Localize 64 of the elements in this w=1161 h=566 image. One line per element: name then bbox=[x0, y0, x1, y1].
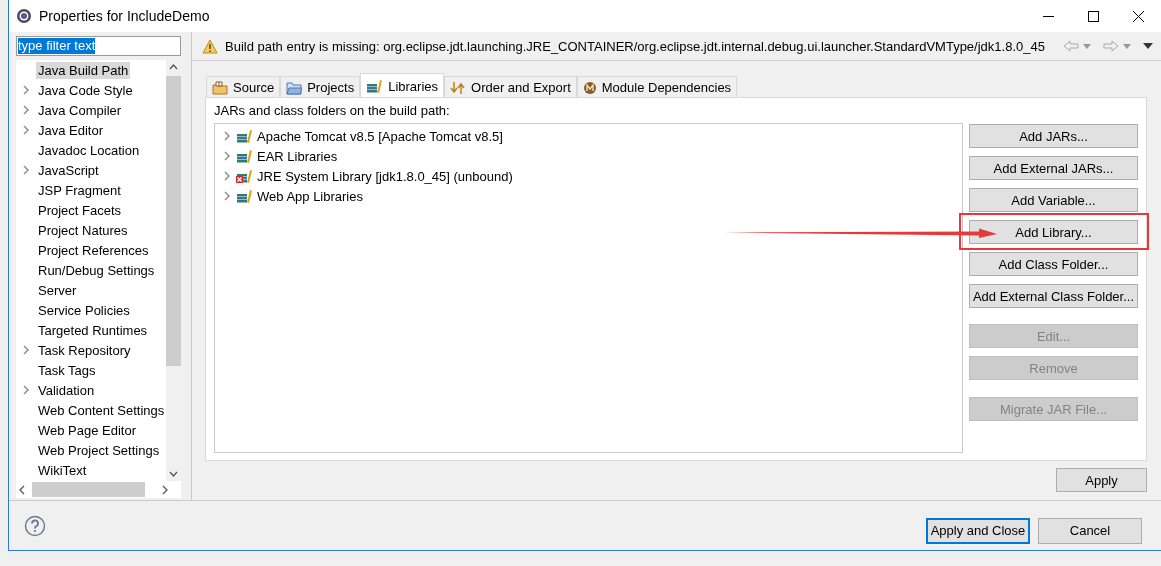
side-button[interactable]: Add Variable... bbox=[969, 188, 1138, 212]
tree-item[interactable]: JSP Fragment bbox=[36, 181, 123, 199]
message-text: Build path entry is missing: org.eclipse.jdt.launching.JRE_CONTAINER/org.eclipse.jdt.internal.debug.ui.launcher.StandardVMType/jdk1.8.0_45 bbox=[225, 38, 1046, 54]
tab[interactable]: Projects bbox=[280, 76, 361, 98]
library-icon bbox=[236, 189, 253, 203]
help-icon[interactable] bbox=[24, 514, 46, 537]
scroll-down-icon[interactable] bbox=[169, 471, 179, 477]
tab[interactable]: Order and Export bbox=[444, 76, 577, 98]
tab[interactable]: Source bbox=[206, 76, 281, 98]
side-button[interactable]: Add External JARs... bbox=[969, 156, 1138, 180]
library-entry[interactable]: EAR Libraries bbox=[257, 148, 338, 164]
side-button[interactable]: Add Class Folder... bbox=[969, 252, 1138, 276]
apply-button[interactable]: Apply bbox=[1056, 468, 1147, 492]
side-button[interactable]: Add External Class Folder... bbox=[969, 284, 1138, 308]
tab[interactable]: Module Dependencies bbox=[576, 76, 738, 98]
maximize-icon[interactable] bbox=[1088, 10, 1099, 22]
library-icon bbox=[236, 149, 253, 163]
tree-item[interactable]: Java Editor bbox=[36, 121, 106, 139]
dropdown-icon[interactable] bbox=[1083, 43, 1091, 49]
filter-field[interactable]: type filter text bbox=[16, 36, 181, 56]
gear-icon bbox=[16, 8, 32, 24]
warning-icon bbox=[202, 38, 218, 54]
library-icon bbox=[236, 129, 253, 143]
tree-item[interactable]: Java Build Path bbox=[36, 61, 131, 79]
tree-item[interactable]: Java Code Style bbox=[36, 81, 135, 99]
tree-item[interactable]: Task Tags bbox=[36, 361, 98, 379]
tab[interactable]: Libraries bbox=[360, 73, 445, 98]
tree-item[interactable]: Project Facets bbox=[36, 201, 124, 219]
side-button[interactable]: Add Library... bbox=[969, 220, 1138, 244]
tree-item[interactable]: WikiText bbox=[36, 461, 89, 479]
menu-icon[interactable] bbox=[1143, 43, 1153, 49]
tree-item[interactable]: Run/Debug Settings bbox=[36, 261, 157, 279]
tree-item[interactable]: Web Content Settings bbox=[36, 401, 167, 419]
dialog-button[interactable]: Cancel bbox=[1038, 517, 1142, 544]
tree-item[interactable]: Validation bbox=[36, 381, 97, 399]
scroll-up-icon[interactable] bbox=[169, 64, 179, 70]
close-icon[interactable] bbox=[1133, 10, 1144, 22]
tree-item[interactable]: Targeted Runtimes bbox=[36, 321, 150, 339]
books-icon bbox=[366, 79, 384, 93]
side-button[interactable]: Add JARs... bbox=[969, 124, 1138, 148]
tree-item[interactable]: Task Repository bbox=[36, 341, 133, 359]
horizontal-scrollbar[interactable] bbox=[16, 481, 181, 498]
package-folder-icon bbox=[212, 80, 228, 95]
tree-item[interactable]: Service Policies bbox=[36, 301, 132, 319]
window-title: Properties for IncludeDemo bbox=[39, 8, 211, 24]
tree-item[interactable]: Project Natures bbox=[36, 221, 130, 239]
sort-arrows-icon bbox=[450, 80, 467, 95]
tree-item[interactable]: Server bbox=[36, 281, 79, 299]
caption-text: JARs and class folders on the build path: bbox=[214, 103, 450, 118]
tree-item[interactable]: Web Project Settings bbox=[36, 441, 162, 459]
module-icon bbox=[582, 80, 597, 95]
tree-item[interactable]: Java Compiler bbox=[36, 101, 124, 119]
tree-item[interactable]: Web Page Editor bbox=[36, 421, 139, 439]
vertical-scrollbar[interactable] bbox=[166, 60, 182, 481]
tree-item[interactable]: JavaScript bbox=[36, 161, 101, 179]
dialog-button[interactable]: Apply and Close bbox=[926, 517, 1030, 544]
tree-item[interactable]: Javadoc Location bbox=[36, 141, 142, 159]
library-entry[interactable]: Web App Libraries bbox=[257, 188, 363, 204]
folder-icon bbox=[286, 80, 303, 95]
library-entry[interactable]: Apache Tomcat v8.5 [Apache Tomcat v8.5] bbox=[257, 128, 503, 144]
library-error-icon bbox=[236, 169, 253, 183]
library-entry[interactable]: JRE System Library [jdk1.8.0_45] (unbound) bbox=[257, 168, 513, 184]
dropdown-icon[interactable] bbox=[1123, 43, 1131, 49]
tree-item[interactable]: Project References bbox=[36, 241, 151, 259]
